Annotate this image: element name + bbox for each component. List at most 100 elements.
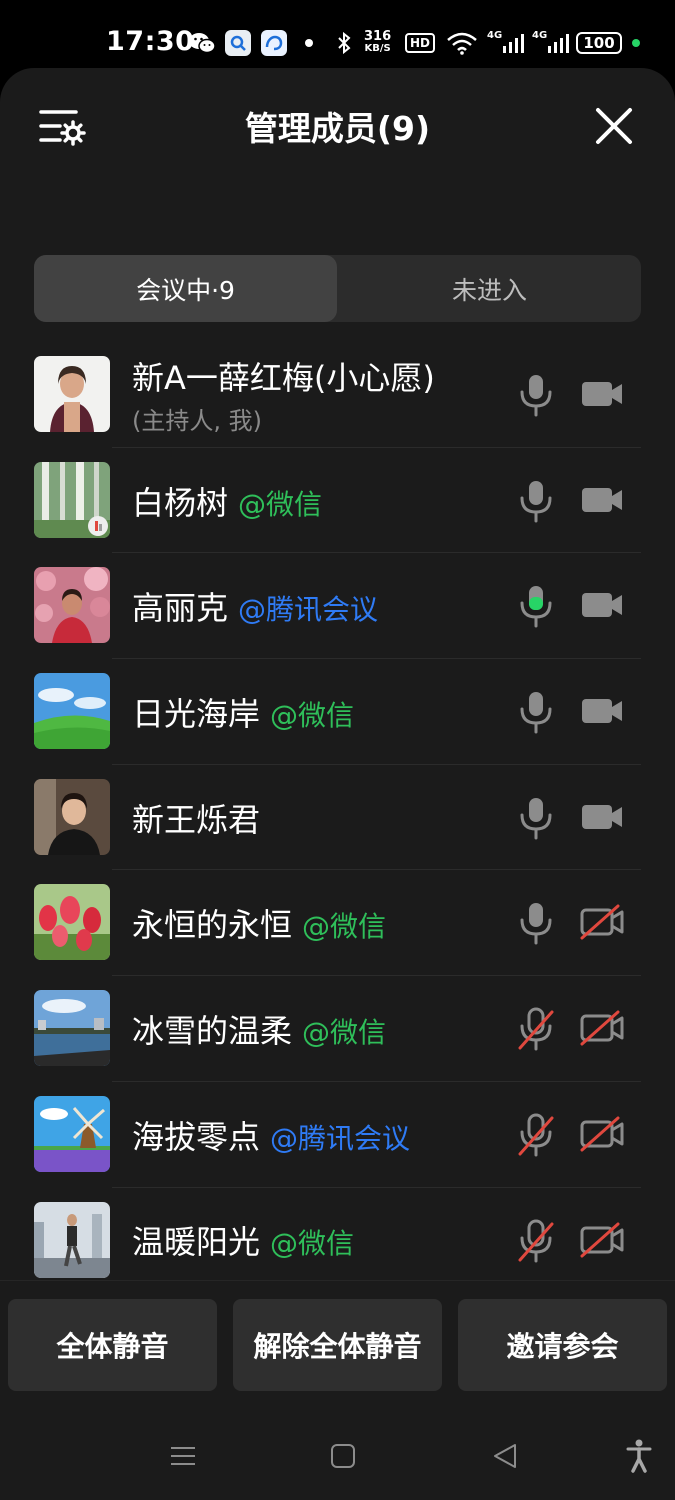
member-info: 高丽克 @腾讯会议: [132, 553, 378, 659]
accessibility-icon[interactable]: [624, 1436, 654, 1476]
back-triangle-icon[interactable]: [490, 1436, 520, 1476]
manage-members-sheet: 管理成员(9) 会议中·9 未进入 新A一薛红梅(小心愿) (主持人, 我) 白杨树…: [0, 68, 675, 1500]
net-speed: 316 KB/S: [364, 29, 392, 54]
member-name: 温暖阳光: [132, 1223, 261, 1262]
microphone-icon[interactable]: [516, 583, 556, 629]
member-row[interactable]: 永恒的永恒 @微信: [0, 870, 675, 977]
tab-not-joined[interactable]: 未进入: [338, 255, 641, 322]
member-info: 永恒的永恒 @微信: [132, 870, 386, 976]
avatar: [34, 673, 110, 750]
mute-all-button[interactable]: 全体静音: [8, 1299, 217, 1391]
member-source: @微信: [270, 698, 355, 732]
unmute-all-button[interactable]: 解除全体静音: [233, 1299, 442, 1391]
member-row[interactable]: 海拔零点 @腾讯会议: [0, 1082, 675, 1188]
member-name-line: 新王烁君: [132, 795, 260, 841]
microphone-icon[interactable]: [516, 1218, 556, 1264]
battery-icon: 100: [576, 30, 622, 56]
member-source: @微信: [302, 910, 387, 944]
status-bar: 17:30 316 KB/S HD 4G 4G 100: [0, 0, 675, 70]
video-camera-icon[interactable]: [578, 904, 626, 940]
header: 管理成员(9): [0, 68, 675, 178]
avatar: [34, 990, 110, 1067]
member-source: @微信: [238, 487, 323, 521]
avatar: [34, 778, 110, 855]
video-camera-icon[interactable]: [578, 587, 626, 623]
member-info: 温暖阳光 @微信: [132, 1188, 354, 1294]
video-camera-icon[interactable]: [578, 482, 626, 518]
member-role: (主持人, 我): [132, 407, 262, 436]
invite-button[interactable]: 邀请参会: [458, 1299, 667, 1391]
video-camera-icon[interactable]: [578, 799, 626, 835]
member-row[interactable]: 冰雪的温柔 @微信: [0, 976, 675, 1082]
member-info: 冰雪的温柔 @微信: [132, 976, 386, 1082]
status-time: 17:30: [106, 26, 195, 57]
microphone-icon[interactable]: [516, 372, 556, 418]
microphone-icon[interactable]: [516, 689, 556, 735]
member-row[interactable]: 高丽克 @腾讯会议: [0, 553, 675, 660]
member-row[interactable]: 新王烁君: [0, 765, 675, 871]
member-row[interactable]: 新A一薛红梅(小心愿) (主持人, 我): [0, 342, 675, 448]
member-info: 日光海岸 @微信: [132, 659, 354, 765]
avatar: [34, 356, 110, 432]
wifi-icon: [446, 30, 478, 56]
page-title: 管理成员(9): [244, 109, 431, 148]
member-name-line: 日光海岸 @微信: [132, 689, 354, 735]
charging-dot: [632, 30, 640, 56]
member-source: @微信: [302, 1015, 387, 1049]
wechat-icon: [188, 30, 216, 56]
avatar: [34, 1201, 110, 1278]
member-name: 新A一薛红梅(小心愿): [132, 359, 435, 398]
member-name: 白杨树: [132, 483, 229, 522]
member-info: 海拔零点 @腾讯会议: [132, 1082, 410, 1188]
menu-icon[interactable]: [168, 1436, 198, 1476]
member-row[interactable]: 白杨树 @微信: [0, 448, 675, 554]
microphone-icon[interactable]: [516, 795, 556, 841]
member-name-line: 新A一薛红梅(小心愿): [132, 353, 435, 399]
microphone-icon[interactable]: [516, 1112, 556, 1158]
member-name: 冰雪的温柔: [132, 1011, 293, 1050]
video-camera-icon[interactable]: [578, 693, 626, 729]
avatar: [34, 1095, 110, 1172]
tab-in-meeting[interactable]: 会议中·9: [34, 255, 337, 322]
microphone-icon[interactable]: [516, 900, 556, 946]
video-camera-icon[interactable]: [578, 1010, 626, 1046]
member-info: 新A一薛红梅(小心愿) (主持人, 我): [132, 342, 435, 448]
video-camera-icon[interactable]: [578, 1116, 626, 1152]
video-camera-icon[interactable]: [578, 376, 626, 412]
member-row[interactable]: 温暖阳光 @微信: [0, 1188, 675, 1294]
signal-icon-2: 4G: [532, 30, 570, 56]
signal-icon-1: 4G: [487, 30, 525, 56]
member-info: 新王烁君: [132, 765, 260, 871]
member-name: 永恒的永恒: [132, 906, 293, 945]
member-name: 日光海岸: [132, 694, 261, 733]
member-tabs: 会议中·9 未进入: [34, 255, 641, 322]
avatar: [34, 884, 110, 961]
home-square-icon[interactable]: [328, 1436, 358, 1476]
microphone-icon[interactable]: [516, 478, 556, 524]
member-list: 新A一薛红梅(小心愿) (主持人, 我) 白杨树 @微信 高丽克 @腾讯会议 日光海岸 @微信…: [0, 342, 675, 1293]
member-source: @腾讯会议: [238, 593, 379, 627]
member-name: 新王烁君: [132, 800, 261, 839]
bluetooth-icon: [336, 30, 352, 56]
member-name-line: 海拔零点 @腾讯会议: [132, 1112, 410, 1158]
member-row[interactable]: 日光海岸 @微信: [0, 659, 675, 765]
member-source: @腾讯会议: [270, 1121, 411, 1155]
member-source: @微信: [270, 1227, 355, 1261]
member-name-line: 高丽克 @腾讯会议: [132, 583, 378, 629]
avatar: [34, 461, 110, 538]
system-nav-bar: [0, 1408, 675, 1500]
member-name-line: 白杨树 @微信: [132, 478, 322, 524]
avatar: [34, 567, 110, 644]
video-camera-icon[interactable]: [578, 1222, 626, 1258]
member-name: 高丽克: [132, 589, 229, 628]
member-name-line: 温暖阳光 @微信: [132, 1217, 354, 1263]
hd-badge: HD: [405, 30, 436, 56]
member-info: 白杨树 @微信: [132, 448, 322, 554]
notification-dot-icon: [305, 30, 313, 56]
close-icon[interactable]: [592, 104, 636, 148]
search-app-icon: [225, 30, 251, 56]
microphone-icon[interactable]: [516, 1006, 556, 1052]
member-name: 海拔零点: [132, 1117, 261, 1156]
member-name-line: 永恒的永恒 @微信: [132, 900, 386, 946]
meeting-app-icon: [261, 30, 287, 56]
